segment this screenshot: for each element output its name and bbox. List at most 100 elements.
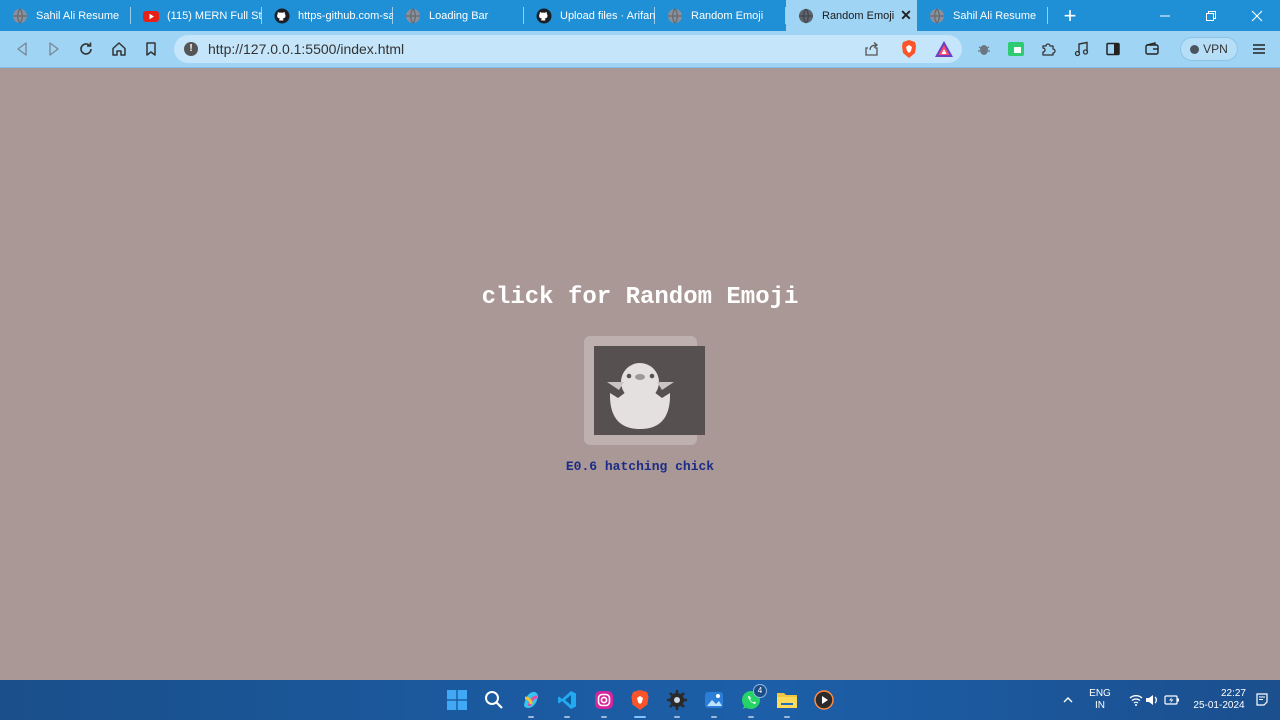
show-hidden-icons-button[interactable] [1056, 688, 1080, 712]
windows-taskbar: 4 ENG IN 22:27 25-01-2024 [0, 680, 1280, 720]
vpn-button[interactable]: VPN [1180, 37, 1238, 61]
tab-github-sal[interactable]: https-github.com-sal [262, 0, 393, 31]
reload-button[interactable] [74, 37, 98, 61]
start-button[interactable] [445, 688, 469, 712]
taskbar-file-explorer[interactable] [775, 688, 799, 718]
sidebar-icon [1106, 42, 1120, 56]
running-indicator [528, 716, 534, 718]
taskbar-copilot[interactable] [519, 688, 543, 718]
github-icon [536, 8, 552, 24]
language-indicator[interactable]: ENG IN [1086, 688, 1114, 712]
forward-arrow-icon [49, 42, 59, 56]
taskbar-media-player[interactable] [812, 688, 836, 712]
hamburger-menu-icon [1253, 44, 1265, 54]
share-icon[interactable] [864, 41, 880, 62]
back-button[interactable] [10, 37, 34, 61]
extension-green-button[interactable] [1004, 37, 1028, 61]
menu-button[interactable] [1247, 37, 1271, 61]
globe-icon [798, 8, 814, 24]
windows-logo-icon [447, 690, 467, 710]
sidebar-toggle-button[interactable] [1101, 37, 1125, 61]
notification-center-button[interactable] [1250, 688, 1274, 712]
browser-toolbar: ! http://127.0.0.1:5500/index.html VPN [0, 31, 1280, 68]
taskbar-instagram[interactable] [592, 688, 616, 718]
site-info-icon[interactable]: ! [184, 42, 198, 56]
github-icon [274, 8, 290, 24]
tab-title: (115) MERN Full Stac [167, 9, 262, 22]
extensions-button[interactable] [1036, 37, 1060, 61]
gear-icon [667, 690, 687, 710]
wallet-button[interactable] [1140, 37, 1164, 61]
hatching-chick-icon [607, 363, 674, 429]
home-icon [112, 42, 126, 56]
home-button[interactable] [107, 37, 131, 61]
tab-title: Random Emoji [822, 9, 895, 22]
photos-icon [705, 692, 723, 708]
bug-icon [978, 45, 990, 55]
page-heading: click for Random Emoji [481, 284, 799, 311]
running-indicator [784, 716, 790, 718]
brave-rewards-icon[interactable] [934, 40, 954, 63]
tab-title: Sahil Ali Resume [36, 9, 120, 22]
new-tab-button[interactable]: + [1048, 0, 1092, 31]
forward-button[interactable] [42, 37, 66, 61]
url-text[interactable]: http://127.0.0.1:5500/index.html [208, 41, 404, 57]
close-icon [1251, 10, 1263, 21]
restore-icon [1206, 10, 1216, 21]
back-arrow-icon [17, 42, 27, 56]
window-controls [1142, 0, 1280, 31]
running-indicator [674, 716, 680, 718]
brave-shields-icon[interactable] [900, 39, 918, 64]
tab-sahil-resume-2[interactable]: Sahil Ali Resume [917, 0, 1048, 31]
tab-title: https-github.com-sal [298, 9, 393, 22]
globe-icon [405, 8, 421, 24]
battery-charging-icon [1164, 695, 1179, 705]
region-code: IN [1095, 700, 1105, 711]
emoji-name-label: E0.6 hatching chick [565, 459, 715, 474]
tab-random-emoji-1[interactable]: Random Emoji [655, 0, 786, 31]
running-indicator [564, 716, 570, 718]
restore-button[interactable] [1188, 0, 1234, 31]
taskbar-settings[interactable] [665, 688, 689, 718]
media-button[interactable] [1069, 37, 1093, 61]
extension-bug-button[interactable] [972, 37, 996, 61]
play-icon [814, 690, 834, 710]
tab-random-emoji-active[interactable]: Random Emoji ✕ [786, 0, 917, 31]
bookmark-icon [146, 42, 156, 56]
minimize-button[interactable] [1142, 0, 1188, 31]
tab-title: Upload files · Arifans [560, 9, 655, 22]
running-indicator [748, 716, 754, 718]
puzzle-icon [1042, 43, 1056, 56]
bookmark-button[interactable] [139, 37, 163, 61]
taskbar-photos[interactable] [702, 688, 726, 718]
minimize-icon [1160, 15, 1170, 16]
page-content: click for Random Emoji E0.6 hatching chi… [0, 68, 1280, 680]
speaker-icon [1146, 695, 1157, 705]
globe-icon [667, 8, 683, 24]
taskbar-vscode[interactable] [555, 688, 579, 718]
tab-sahil-resume-1[interactable]: Sahil Ali Resume [0, 0, 131, 31]
tab-loading-bar[interactable]: Loading Bar [393, 0, 524, 31]
battery-status[interactable] [1160, 688, 1184, 712]
music-note-icon [1074, 41, 1089, 57]
running-indicator [601, 716, 607, 718]
tab-mern-youtube[interactable]: (115) MERN Full Stac [131, 0, 262, 31]
close-tab-icon[interactable]: ✕ [895, 7, 917, 24]
search-icon [485, 691, 503, 709]
clock-time: 22:27 [1220, 688, 1246, 699]
language-code: ENG [1089, 688, 1111, 699]
emoji-display [594, 346, 705, 435]
taskbar-brave[interactable] [628, 688, 652, 718]
close-window-button[interactable] [1234, 0, 1280, 31]
reload-icon [80, 42, 92, 55]
notification-icon [1256, 693, 1268, 706]
clock[interactable]: 22:27 25-01-2024 [1188, 688, 1250, 712]
running-indicator [634, 716, 646, 718]
folder-icon [777, 693, 797, 708]
taskbar-search-button[interactable] [482, 688, 506, 712]
taskbar-whatsapp[interactable]: 4 [739, 684, 767, 718]
instagram-icon [595, 691, 613, 709]
address-bar[interactable]: ! http://127.0.0.1:5500/index.html [174, 35, 962, 63]
tab-upload-files[interactable]: Upload files · Arifans [524, 0, 655, 31]
random-emoji-button[interactable] [584, 336, 705, 445]
